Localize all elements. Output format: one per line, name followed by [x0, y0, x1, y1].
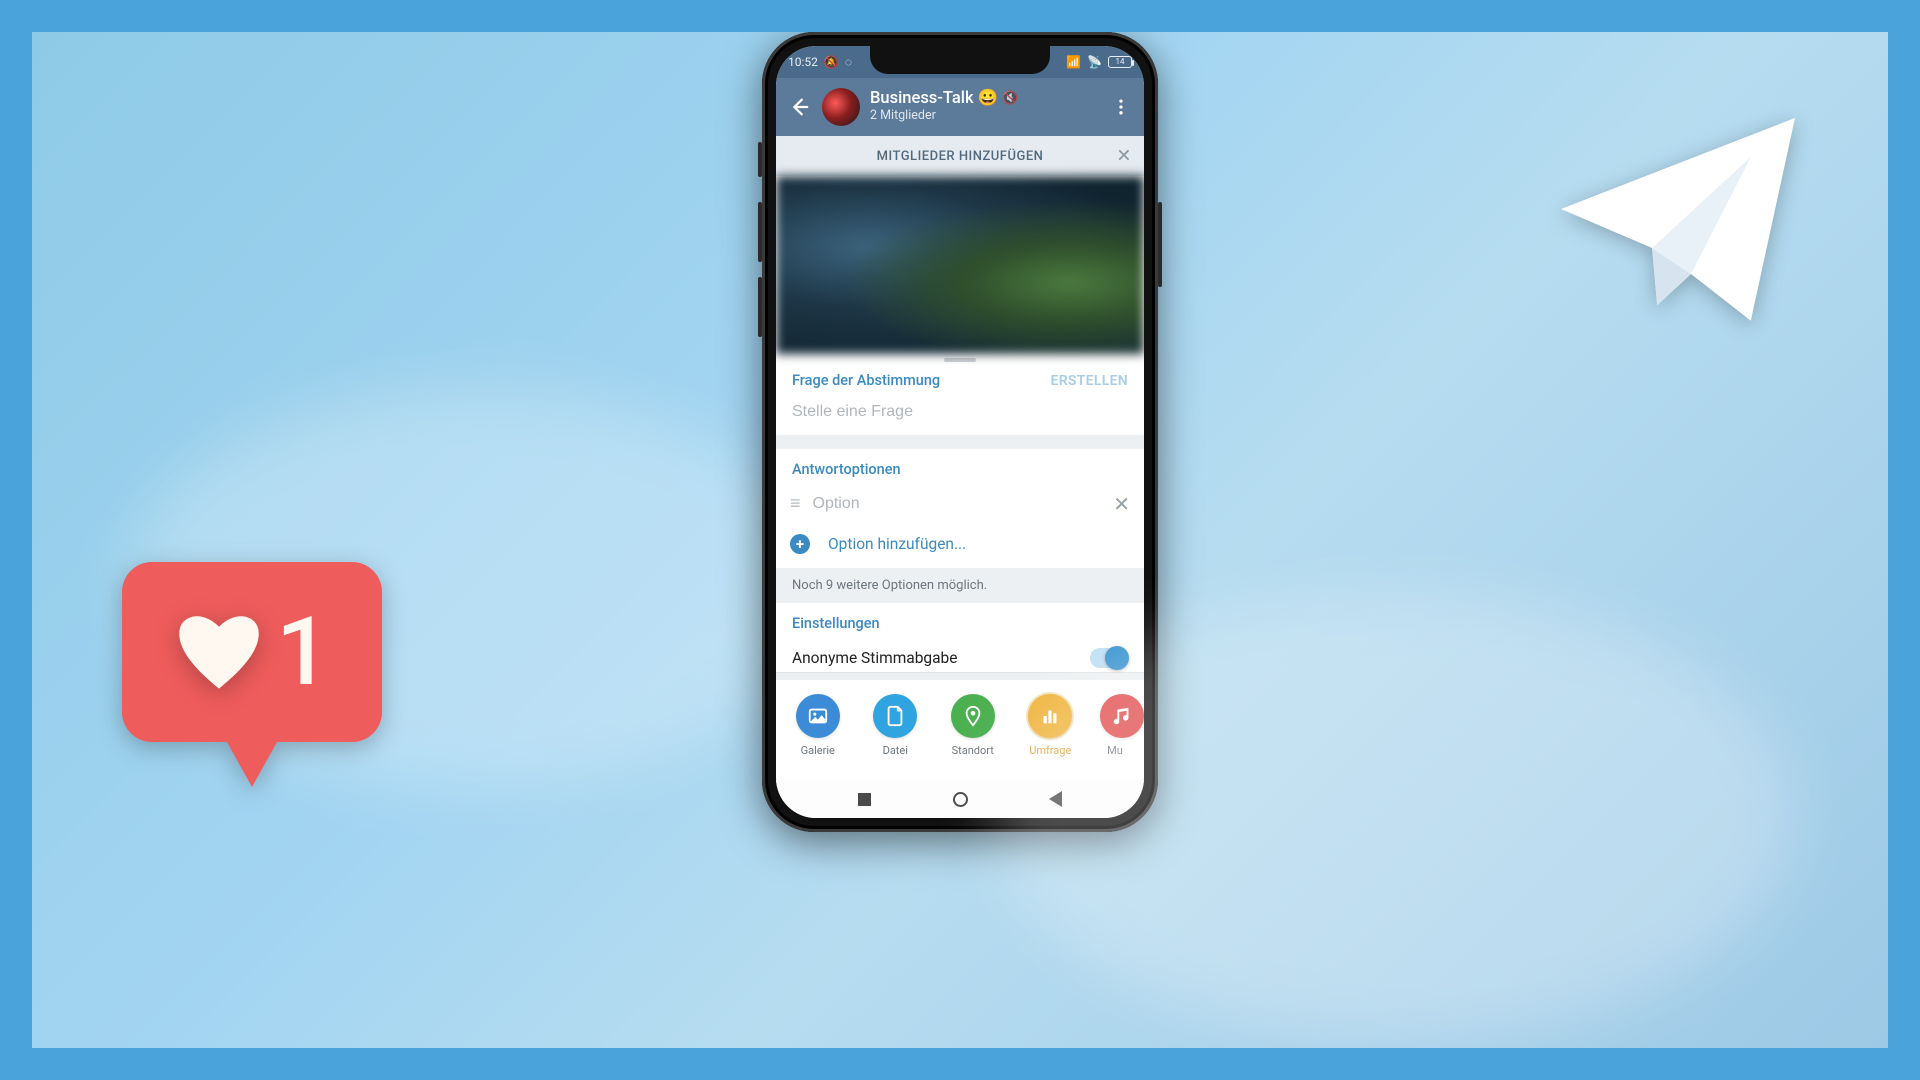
- poll-question-section-title: Frage der Abstimmung: [792, 372, 940, 389]
- phone-notch: [870, 46, 1050, 74]
- attach-location-button[interactable]: Standort: [945, 694, 1001, 757]
- sheet-drag-handle[interactable]: [776, 354, 1144, 366]
- create-poll-button[interactable]: ERSTELLEN: [1051, 373, 1128, 389]
- add-members-banner[interactable]: MITGLIEDER HINZUFÜGEN ✕: [776, 136, 1144, 176]
- nav-back-button[interactable]: [1049, 791, 1062, 807]
- poll-question-input[interactable]: [792, 403, 1128, 421]
- location-icon: [951, 694, 995, 738]
- background-canvas: 1 10:52 🔕 ◌ 📶 📡 14: [32, 32, 1888, 1048]
- banner-close-button[interactable]: ✕: [1116, 146, 1132, 167]
- nav-recent-button[interactable]: [858, 793, 871, 806]
- phone-frame: 10:52 🔕 ◌ 📶 📡 14 Business-Ta: [762, 32, 1158, 832]
- chat-avatar[interactable]: [822, 88, 860, 126]
- banner-text: MITGLIEDER HINZUFÜGEN: [877, 149, 1044, 164]
- poll-answers-section-title: Antwortoptionen: [776, 449, 1144, 484]
- more-options-button[interactable]: [1108, 94, 1134, 120]
- android-nav-bar: [776, 780, 1144, 818]
- anonymous-vote-label: Anonyme Stimmabgabe: [792, 649, 957, 667]
- back-button[interactable]: [786, 94, 812, 120]
- chat-header: Business-Talk😀 🔇 2 Mitglieder: [776, 78, 1144, 136]
- muted-icon: 🔇: [1002, 92, 1018, 107]
- chat-emoji: 😀: [978, 90, 999, 109]
- attach-gallery-button[interactable]: Galerie: [790, 694, 846, 757]
- telegram-logo-icon: [1548, 92, 1808, 352]
- wifi-icon: 📡: [1087, 55, 1102, 69]
- file-icon: [873, 694, 917, 738]
- anonymous-vote-toggle[interactable]: [1090, 648, 1128, 668]
- add-option-label: Option hinzufügen...: [828, 535, 966, 553]
- poll-icon: [1028, 694, 1072, 738]
- attach-gallery-label: Galerie: [801, 744, 835, 757]
- poll-option-row: ≡ ✕: [776, 484, 1144, 524]
- signal-icon: 📶: [1066, 55, 1081, 69]
- chat-subtitle: 2 Mitglieder: [870, 109, 1098, 123]
- attach-file-button[interactable]: Datei: [868, 694, 924, 757]
- like-notification-bubble: 1: [122, 562, 382, 792]
- attach-music-label: Mu: [1107, 744, 1123, 757]
- attach-music-button[interactable]: Mu: [1100, 694, 1130, 757]
- attach-file-label: Datei: [883, 744, 908, 757]
- remove-option-button[interactable]: ✕: [1113, 492, 1130, 516]
- section-divider: [776, 672, 1144, 680]
- add-option-button[interactable]: + Option hinzufügen...: [776, 524, 1144, 568]
- section-divider: [776, 435, 1144, 449]
- status-time: 10:52: [788, 55, 818, 69]
- drag-handle-icon[interactable]: ≡: [790, 495, 799, 513]
- poll-option-input[interactable]: [813, 495, 1100, 513]
- chat-title-block[interactable]: Business-Talk😀 🔇 2 Mitglieder: [870, 90, 1098, 123]
- phone-screen: 10:52 🔕 ◌ 📶 📡 14 Business-Ta: [776, 46, 1144, 818]
- attach-poll-button[interactable]: Umfrage: [1023, 694, 1079, 757]
- chat-wallpaper: [776, 176, 1144, 354]
- attachment-dock: Galerie Datei Standort Umfrage Mu: [776, 680, 1144, 761]
- options-remaining-hint: Noch 9 weitere Optionen möglich.: [776, 568, 1144, 603]
- music-icon: [1100, 694, 1144, 738]
- mute-status-icon: 🔕: [824, 55, 839, 69]
- battery-icon: 14: [1108, 56, 1132, 68]
- poll-sheet: Frage der Abstimmung ERSTELLEN Antwortop…: [776, 354, 1144, 761]
- nav-home-button[interactable]: [953, 792, 968, 807]
- gallery-icon: [796, 694, 840, 738]
- whatsapp-status-icon: ◌: [845, 55, 852, 69]
- attach-poll-label: Umfrage: [1029, 744, 1071, 757]
- attach-location-label: Standort: [952, 744, 994, 757]
- plus-icon: +: [790, 534, 810, 554]
- poll-settings-section-title: Einstellungen: [776, 603, 1144, 638]
- chat-title: Business-Talk: [870, 90, 974, 109]
